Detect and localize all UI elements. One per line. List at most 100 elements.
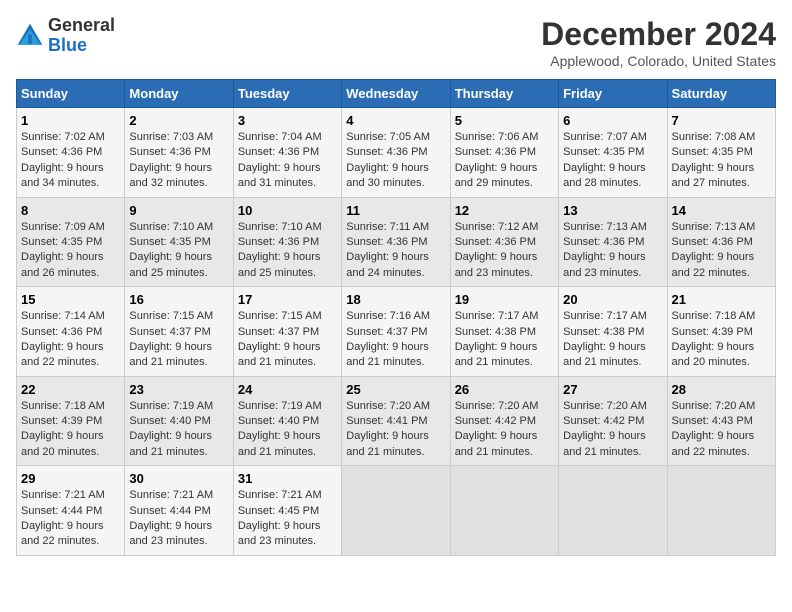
calendar-cell: 15 Sunrise: 7:14 AM Sunset: 4:36 PM Dayli… <box>17 287 125 377</box>
calendar-week-2: 8Sunrise: 7:09 AM Sunset: 4:35 PM Daylig… <box>17 197 776 287</box>
calendar-cell: 21 Sunrise: 7:18 AM Sunset: 4:39 PM Dayli… <box>667 287 775 377</box>
calendar-table: SundayMondayTuesdayWednesdayThursdayFrid… <box>16 79 776 556</box>
day-info: Sunrise: 7:09 AM Sunset: 4:35 PM Dayligh… <box>21 220 120 282</box>
day-info: Sunrise: 7:18 AM Sunset: 4:39 PM Dayligh… <box>21 399 120 461</box>
calendar-cell: 25 Sunrise: 7:20 AM Sunset: 4:41 PM Dayli… <box>342 376 450 466</box>
day-info: Sunrise: 7:21 AM Sunset: 4:45 PM Dayligh… <box>238 488 337 550</box>
calendar-cell: 8Sunrise: 7:09 AM Sunset: 4:35 PM Daylig… <box>17 197 125 287</box>
calendar-cell: 18Sunrise: 7:16 AM Sunset: 4:37 PM Dayli… <box>342 287 450 377</box>
calendar-cell: 6 Sunrise: 7:07 AM Sunset: 4:35 PM Daylig… <box>559 108 667 198</box>
calendar-cell: 28 Sunrise: 7:20 AM Sunset: 4:43 PM Dayli… <box>667 376 775 466</box>
day-number: 21 <box>672 292 771 307</box>
day-info: Sunrise: 7:19 AM Sunset: 4:40 PM Dayligh… <box>238 399 337 461</box>
day-info: Sunrise: 7:18 AM Sunset: 4:39 PM Dayligh… <box>672 309 771 371</box>
calendar-week-3: 15 Sunrise: 7:14 AM Sunset: 4:36 PM Dayli… <box>17 287 776 377</box>
title-block: December 2024 Applewood, Colorado, Unite… <box>541 16 776 69</box>
col-header-monday: Monday <box>125 80 233 108</box>
day-number: 19 <box>455 292 554 307</box>
day-info: Sunrise: 7:12 AM Sunset: 4:36 PM Dayligh… <box>455 220 554 282</box>
calendar-cell: 10 Sunrise: 7:10 AM Sunset: 4:36 PM Dayli… <box>233 197 341 287</box>
day-info: Sunrise: 7:13 AM Sunset: 4:36 PM Dayligh… <box>563 220 662 282</box>
col-header-sunday: Sunday <box>17 80 125 108</box>
month-title: December 2024 <box>541 16 776 53</box>
day-number: 16 <box>129 292 228 307</box>
calendar-header: SundayMondayTuesdayWednesdayThursdayFrid… <box>17 80 776 108</box>
calendar-cell: 16 Sunrise: 7:15 AM Sunset: 4:37 PM Dayli… <box>125 287 233 377</box>
day-info: Sunrise: 7:15 AM Sunset: 4:37 PM Dayligh… <box>129 309 228 371</box>
calendar-cell: 5Sunrise: 7:06 AM Sunset: 4:36 PM Daylig… <box>450 108 558 198</box>
day-number: 25 <box>346 382 445 397</box>
day-info: Sunrise: 7:16 AM Sunset: 4:37 PM Dayligh… <box>346 309 445 371</box>
calendar-cell: 20Sunrise: 7:17 AM Sunset: 4:38 PM Dayli… <box>559 287 667 377</box>
day-number: 17 <box>238 292 337 307</box>
day-number: 6 <box>563 113 662 128</box>
day-number: 15 <box>21 292 120 307</box>
logo: General Blue <box>16 16 115 56</box>
calendar-cell <box>342 466 450 556</box>
day-info: Sunrise: 7:06 AM Sunset: 4:36 PM Dayligh… <box>455 130 554 192</box>
day-number: 12 <box>455 203 554 218</box>
day-info: Sunrise: 7:15 AM Sunset: 4:37 PM Dayligh… <box>238 309 337 371</box>
calendar-week-5: 29 Sunrise: 7:21 AM Sunset: 4:44 PM Dayli… <box>17 466 776 556</box>
calendar-cell: 14 Sunrise: 7:13 AM Sunset: 4:36 PM Dayli… <box>667 197 775 287</box>
page-header: General Blue December 2024 Applewood, Co… <box>16 16 776 69</box>
day-info: Sunrise: 7:11 AM Sunset: 4:36 PM Dayligh… <box>346 220 445 282</box>
calendar-cell: 26 Sunrise: 7:20 AM Sunset: 4:42 PM Dayli… <box>450 376 558 466</box>
day-number: 24 <box>238 382 337 397</box>
day-number: 14 <box>672 203 771 218</box>
calendar-cell: 2 Sunrise: 7:03 AM Sunset: 4:36 PM Daylig… <box>125 108 233 198</box>
calendar-cell: 22 Sunrise: 7:18 AM Sunset: 4:39 PM Dayli… <box>17 376 125 466</box>
day-number: 4 <box>346 113 445 128</box>
col-header-tuesday: Tuesday <box>233 80 341 108</box>
day-info: Sunrise: 7:17 AM Sunset: 4:38 PM Dayligh… <box>455 309 554 371</box>
calendar-cell: 9 Sunrise: 7:10 AM Sunset: 4:35 PM Daylig… <box>125 197 233 287</box>
logo-line1: General <box>48 16 115 36</box>
day-number: 9 <box>129 203 228 218</box>
calendar-cell: 27Sunrise: 7:20 AM Sunset: 4:42 PM Dayli… <box>559 376 667 466</box>
col-header-saturday: Saturday <box>667 80 775 108</box>
day-info: Sunrise: 7:20 AM Sunset: 4:42 PM Dayligh… <box>455 399 554 461</box>
calendar-cell: 1 Sunrise: 7:02 AM Sunset: 4:36 PM Daylig… <box>17 108 125 198</box>
day-info: Sunrise: 7:14 AM Sunset: 4:36 PM Dayligh… <box>21 309 120 371</box>
day-info: Sunrise: 7:08 AM Sunset: 4:35 PM Dayligh… <box>672 130 771 192</box>
calendar-week-4: 22 Sunrise: 7:18 AM Sunset: 4:39 PM Dayli… <box>17 376 776 466</box>
day-info: Sunrise: 7:10 AM Sunset: 4:35 PM Dayligh… <box>129 220 228 282</box>
day-number: 2 <box>129 113 228 128</box>
calendar-cell: 31 Sunrise: 7:21 AM Sunset: 4:45 PM Dayli… <box>233 466 341 556</box>
day-number: 30 <box>129 471 228 486</box>
day-number: 29 <box>21 471 120 486</box>
calendar-cell: 7 Sunrise: 7:08 AM Sunset: 4:35 PM Daylig… <box>667 108 775 198</box>
day-number: 22 <box>21 382 120 397</box>
day-info: Sunrise: 7:10 AM Sunset: 4:36 PM Dayligh… <box>238 220 337 282</box>
calendar-cell: 4 Sunrise: 7:05 AM Sunset: 4:36 PM Daylig… <box>342 108 450 198</box>
day-number: 26 <box>455 382 554 397</box>
day-info: Sunrise: 7:17 AM Sunset: 4:38 PM Dayligh… <box>563 309 662 371</box>
day-number: 31 <box>238 471 337 486</box>
logo-line2: Blue <box>48 36 115 56</box>
day-info: Sunrise: 7:07 AM Sunset: 4:35 PM Dayligh… <box>563 130 662 192</box>
day-info: Sunrise: 7:05 AM Sunset: 4:36 PM Dayligh… <box>346 130 445 192</box>
day-number: 13 <box>563 203 662 218</box>
calendar-cell: 17 Sunrise: 7:15 AM Sunset: 4:37 PM Dayli… <box>233 287 341 377</box>
logo-icon <box>16 22 44 50</box>
day-info: Sunrise: 7:21 AM Sunset: 4:44 PM Dayligh… <box>129 488 228 550</box>
day-info: Sunrise: 7:20 AM Sunset: 4:41 PM Dayligh… <box>346 399 445 461</box>
calendar-week-1: 1 Sunrise: 7:02 AM Sunset: 4:36 PM Daylig… <box>17 108 776 198</box>
day-info: Sunrise: 7:03 AM Sunset: 4:36 PM Dayligh… <box>129 130 228 192</box>
calendar-cell: 30 Sunrise: 7:21 AM Sunset: 4:44 PM Dayli… <box>125 466 233 556</box>
day-info: Sunrise: 7:20 AM Sunset: 4:43 PM Dayligh… <box>672 399 771 461</box>
day-number: 3 <box>238 113 337 128</box>
calendar-cell: 3Sunrise: 7:04 AM Sunset: 4:36 PM Daylig… <box>233 108 341 198</box>
calendar-cell: 29 Sunrise: 7:21 AM Sunset: 4:44 PM Dayli… <box>17 466 125 556</box>
day-info: Sunrise: 7:19 AM Sunset: 4:40 PM Dayligh… <box>129 399 228 461</box>
calendar-cell <box>559 466 667 556</box>
day-number: 10 <box>238 203 337 218</box>
day-info: Sunrise: 7:13 AM Sunset: 4:36 PM Dayligh… <box>672 220 771 282</box>
day-info: Sunrise: 7:20 AM Sunset: 4:42 PM Dayligh… <box>563 399 662 461</box>
day-number: 7 <box>672 113 771 128</box>
day-info: Sunrise: 7:21 AM Sunset: 4:44 PM Dayligh… <box>21 488 120 550</box>
day-number: 1 <box>21 113 120 128</box>
day-number: 28 <box>672 382 771 397</box>
day-info: Sunrise: 7:02 AM Sunset: 4:36 PM Dayligh… <box>21 130 120 192</box>
calendar-cell: 19 Sunrise: 7:17 AM Sunset: 4:38 PM Dayli… <box>450 287 558 377</box>
